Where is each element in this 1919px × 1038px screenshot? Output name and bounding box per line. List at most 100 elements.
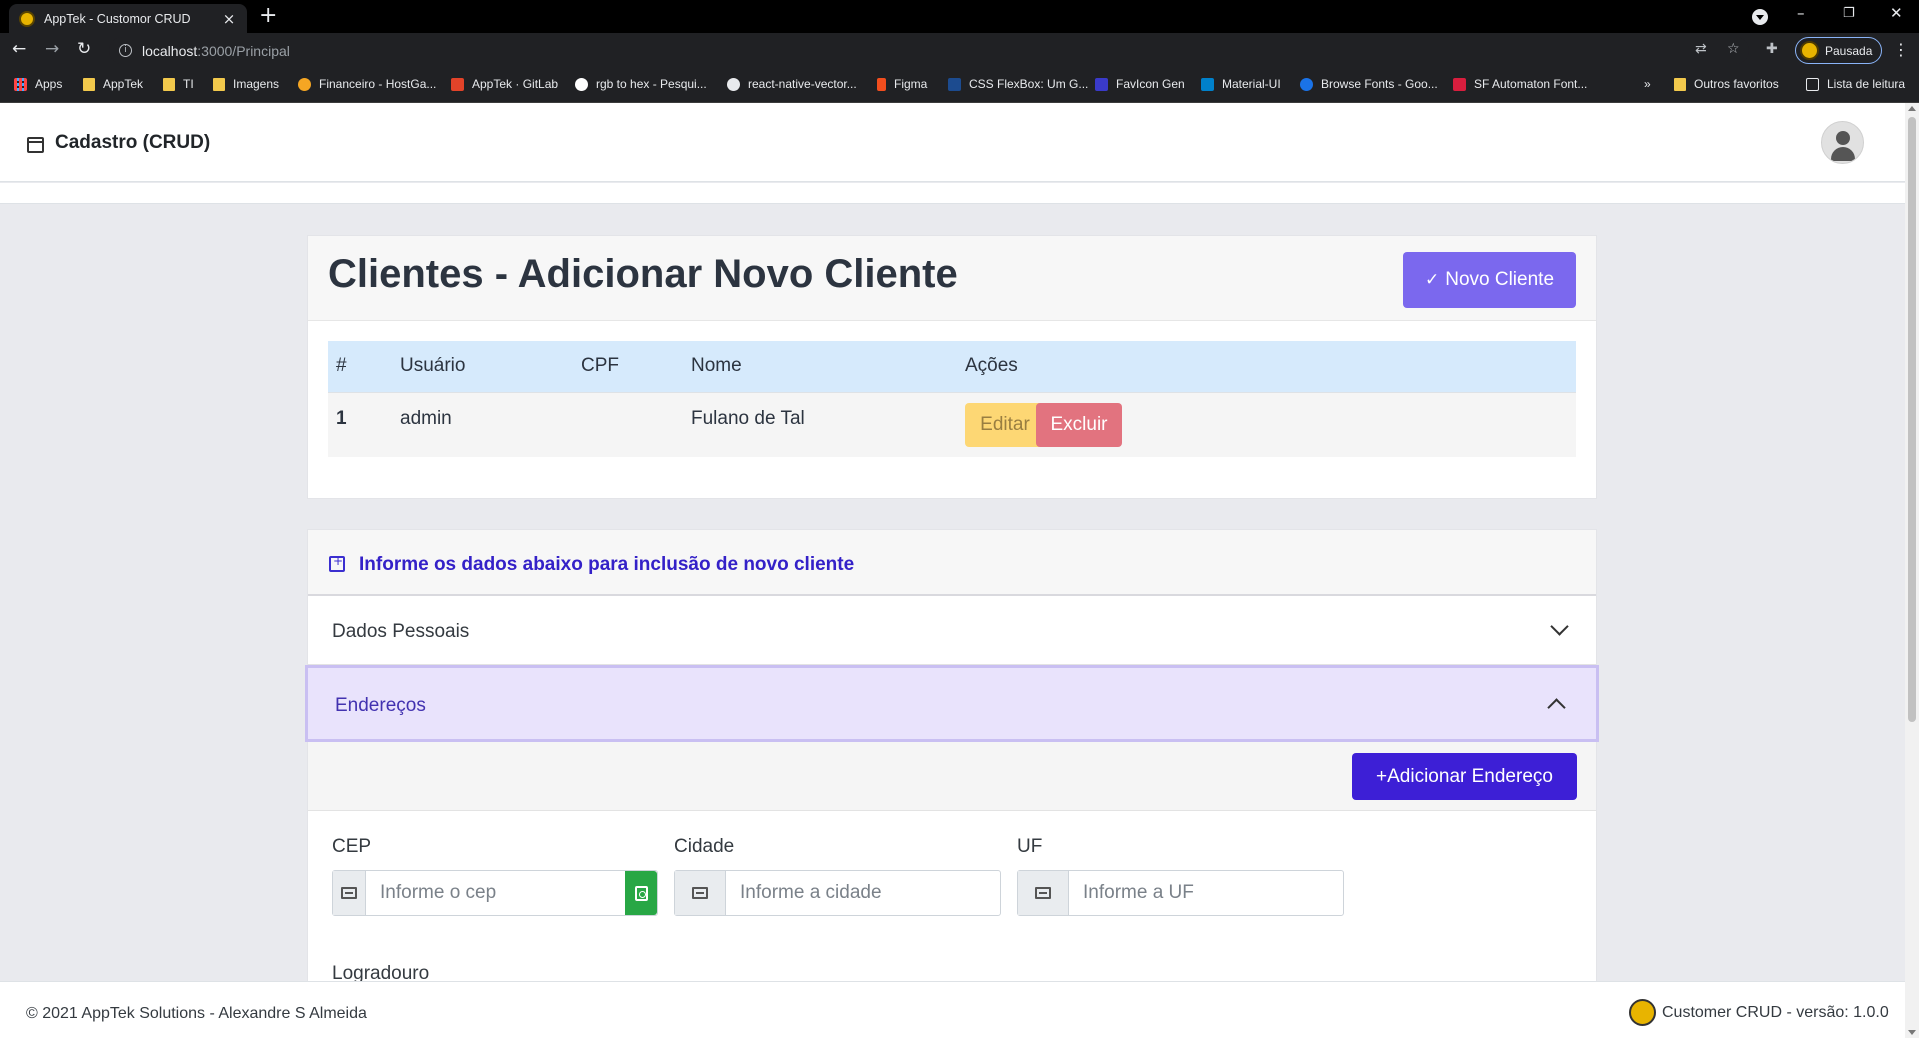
media-control-icon[interactable] (1752, 9, 1768, 25)
app-title: Cadastro (CRUD) (55, 132, 211, 153)
table-row: 1 admin Fulano de Tal Editar Excluir (328, 392, 1576, 457)
bookmark-imagens[interactable]: Imagens (213, 77, 279, 91)
novo-cliente-button[interactable]: ✓ Novo Cliente (1403, 252, 1576, 308)
app-header: Cadastro (CRUD) (0, 103, 1905, 182)
site-info-icon[interactable]: i (119, 44, 132, 57)
material-ui-icon (1201, 77, 1214, 91)
uf-input-group (1017, 870, 1344, 916)
accordion-dados-pessoais[interactable]: Dados Pessoais (308, 596, 1596, 665)
reading-list-icon (1806, 77, 1819, 91)
scrollbar-thumb[interactable] (1908, 117, 1916, 722)
chevron-down-icon (1550, 617, 1569, 636)
bookmark-google-fonts[interactable]: Browse Fonts - Goo... (1300, 77, 1438, 91)
folder-icon (83, 77, 95, 91)
cidade-input[interactable] (726, 871, 1000, 915)
footer-copyright: © 2021 AppTek Solutions - Alexandre S Al… (26, 1005, 367, 1022)
bookmark-star-icon[interactable]: ☆ (1727, 41, 1740, 57)
chevron-up-icon (1547, 698, 1566, 717)
close-tab-icon[interactable]: × (221, 10, 237, 28)
bookmark-gitlab[interactable]: AppTek · GitLab (451, 77, 558, 91)
search-cep-icon[interactable] (625, 871, 657, 915)
cidade-input-group (674, 870, 1001, 916)
column-header-acoes: Ações (965, 355, 1018, 376)
form-info-text: Informe os dados abaixo para inclusão de… (359, 554, 855, 575)
card-text-icon (333, 871, 366, 915)
bookmark-outros-favoritos[interactable]: Outros favoritos (1674, 77, 1779, 91)
scroll-up-icon[interactable] (1908, 106, 1916, 111)
google-fonts-icon (1300, 77, 1313, 91)
address-toolbar: +Adicionar Endereço (308, 742, 1596, 811)
browser-menu-icon[interactable]: ⋮ (1893, 40, 1909, 59)
gitlab-icon (451, 77, 464, 91)
folder-icon (213, 77, 225, 91)
translate-icon[interactable]: ⇄ (1695, 41, 1707, 57)
back-arrow-icon[interactable]: ← (12, 39, 26, 59)
row-nome: Fulano de Tal (691, 408, 805, 429)
url-path: :3000/Principal (197, 42, 290, 59)
bookmark-favicon-gen[interactable]: FavIcon Gen (1095, 77, 1185, 91)
bookmark-apps[interactable]: Apps (14, 77, 62, 91)
cep-input[interactable] (366, 871, 625, 915)
bookmarks-overflow[interactable]: » (1644, 77, 1651, 91)
clientes-card: Clientes - Adicionar Novo Cliente ✓ Novo… (307, 235, 1597, 499)
apptek-favicon-icon (19, 10, 35, 27)
accordion-label-dados-pessoais: Dados Pessoais (332, 621, 470, 642)
restore-icon[interactable]: ❐ (1843, 6, 1855, 21)
profile-button[interactable]: Pausada (1795, 37, 1882, 64)
figma-icon (877, 77, 886, 91)
bookmark-css-flexbox[interactable]: CSS FlexBox: Um G... (948, 77, 1088, 91)
uf-label: UF (1017, 836, 1043, 857)
cep-label: CEP (332, 836, 372, 857)
minimize-icon[interactable]: – (1797, 4, 1805, 22)
bookmark-react-native[interactable]: react-native-vector... (727, 77, 857, 91)
folder-icon (163, 77, 175, 91)
column-header-usuario: Usuário (400, 355, 466, 376)
page-scrollbar[interactable] (1905, 103, 1919, 1038)
user-avatar[interactable] (1821, 121, 1864, 164)
page-title: Clientes - Adicionar Novo Cliente (328, 252, 958, 296)
editar-button[interactable]: Editar (965, 403, 1045, 447)
excluir-button[interactable]: Excluir (1036, 403, 1122, 447)
new-tab-icon[interactable]: + (259, 5, 277, 27)
favicon-gen-icon (1095, 77, 1108, 91)
column-header-cpf: CPF (581, 355, 619, 376)
close-window-icon[interactable]: ✕ (1890, 4, 1903, 22)
url-host: localhost (142, 42, 198, 59)
header-divider (0, 183, 1905, 204)
form-info-bar: Informe os dados abaixo para inclusão de… (308, 530, 1596, 596)
browser-tab-active[interactable]: AppTek - Customor CRUD × (9, 4, 247, 33)
profile-avatar-icon (1800, 41, 1819, 60)
bookmarks-bar: Apps AppTek TI Imagens Financeiro - Host… (0, 69, 1919, 103)
google-icon (575, 77, 588, 91)
bookmark-apptek[interactable]: AppTek (83, 77, 143, 91)
novo-cliente-label: Novo Cliente (1445, 269, 1555, 290)
reading-list[interactable]: Lista de leitura (1806, 77, 1905, 91)
clientes-card-header: Clientes - Adicionar Novo Cliente ✓ Novo… (308, 236, 1596, 321)
apps-grid-icon (14, 77, 27, 91)
forward-arrow-icon[interactable]: → (45, 39, 59, 59)
tab-title: AppTek - Customor CRUD (44, 11, 191, 26)
accordion-enderecos[interactable]: Endereços (305, 665, 1599, 742)
bookmark-hostgator[interactable]: Financeiro - HostGa... (298, 77, 436, 91)
uf-input[interactable] (1069, 871, 1343, 915)
bookmark-ti[interactable]: TI (163, 77, 194, 91)
footer-version: Customer CRUD - versão: 1.0.0 (1662, 1004, 1889, 1021)
novo-cliente-form-card: Informe os dados abaixo para inclusão de… (305, 529, 1599, 984)
scroll-down-icon[interactable] (1908, 1030, 1916, 1035)
clientes-table: # Usuário CPF Nome Ações 1 admin Fulano … (328, 341, 1576, 457)
accordion-label-enderecos: Endereços (335, 695, 426, 716)
address-bar[interactable]: i localhost :3000/Principal (109, 37, 1749, 64)
bookmark-sf-automaton[interactable]: SF Automaton Font... (1453, 77, 1587, 91)
bookmark-material-ui[interactable]: Material-UI (1201, 77, 1281, 91)
bookmark-figma[interactable]: Figma (877, 77, 927, 91)
cidade-label: Cidade (674, 836, 735, 857)
reload-icon[interactable]: ↻ (77, 39, 91, 59)
adicionar-endereco-button[interactable]: +Adicionar Endereço (1352, 753, 1577, 800)
font-icon (1453, 77, 1466, 91)
footer: © 2021 AppTek Solutions - Alexandre S Al… (0, 981, 1905, 1038)
table-header: # Usuário CPF Nome Ações (328, 341, 1576, 392)
extensions-icon[interactable]: ✚ (1766, 41, 1778, 57)
column-header-nome: Nome (691, 355, 742, 376)
bookmark-rgb-to-hex[interactable]: rgb to hex - Pesqui... (575, 77, 707, 91)
folder-icon (1674, 77, 1686, 91)
